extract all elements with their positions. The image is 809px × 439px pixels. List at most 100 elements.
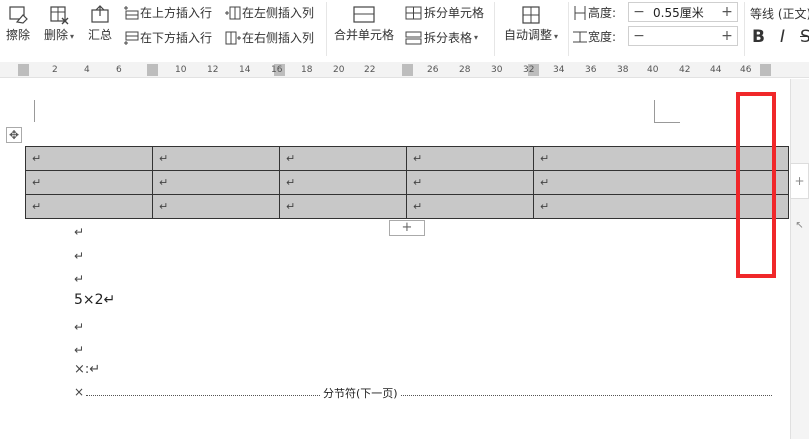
ruler-tick: 28: [459, 65, 471, 75]
chevron-down-icon: ▾: [474, 33, 479, 42]
resize-handle-icon[interactable]: ↖: [790, 220, 809, 234]
ruler-tick: 18: [301, 65, 313, 75]
delete-table-icon: [50, 6, 69, 25]
paragraph[interactable]: ↵: [74, 343, 84, 357]
paragraph[interactable]: 5×2↵: [74, 292, 115, 308]
paragraph[interactable]: ↵: [74, 249, 84, 263]
table-tools-ribbon: 擦除 删除 ▾ 汇总 在上方插入行 在下方插入行 在左侧插入列 在右侧插入列 合…: [0, 0, 809, 58]
table-cell[interactable]: ↵: [279, 194, 407, 219]
paragraph[interactable]: ↵: [74, 272, 84, 286]
insert-row-below-button[interactable]: 在下方插入行: [122, 29, 212, 46]
strikethrough-button[interactable]: S: [800, 27, 809, 47]
table-cell[interactable]: ↵: [279, 170, 407, 195]
merge-cells-label: 合并单元格: [334, 28, 395, 42]
minus-icon[interactable]: −: [629, 4, 649, 20]
ruler-tick: 10: [175, 65, 187, 75]
insert-row-above-icon: [124, 5, 139, 19]
bold-label: B: [752, 27, 765, 47]
width-label: 宽度:: [588, 30, 617, 44]
split-cells-button[interactable]: 拆分单元格: [404, 4, 484, 21]
row-height-icon: [574, 5, 586, 20]
insert-col-right-button[interactable]: 在右侧插入列: [224, 29, 314, 46]
italic-label: I: [780, 27, 786, 47]
paragraph[interactable]: ↵: [74, 320, 84, 334]
horizontal-ruler[interactable]: 2 4 6 10 12 14 16 18 20 22 26 28 30 32 3…: [0, 62, 809, 78]
table-cell[interactable]: ↵: [406, 170, 534, 195]
col-width-stepper[interactable]: − +: [628, 26, 738, 46]
insert-row-below-label: 在下方插入行: [140, 31, 213, 45]
insert-col-left-button[interactable]: 在左侧插入列: [224, 4, 314, 21]
italic-button[interactable]: I: [780, 27, 785, 47]
section-break-line: [86, 395, 772, 396]
ruler-tick: 38: [617, 65, 629, 75]
row-height-stepper[interactable]: − 0.55厘米 +: [628, 2, 738, 22]
erase-label: 擦除: [6, 28, 31, 42]
ruler-tick: 34: [553, 65, 565, 75]
ruler-tick: 2: [52, 65, 58, 75]
auto-adjust-button[interactable]: 自动调整 ▾: [504, 4, 558, 43]
font-name-value[interactable]: 等线 (正文): [750, 5, 809, 22]
merge-cells-button[interactable]: 合并单元格: [334, 4, 394, 43]
table-row: ↵ ↵ ↵ ↵ ↵: [25, 146, 789, 171]
split-table-icon: [405, 31, 422, 44]
merge-cells-icon: [353, 6, 375, 23]
chevron-down-icon: ▾: [554, 32, 559, 41]
split-cells-label: 拆分单元格: [424, 6, 485, 20]
height-value[interactable]: 0.55厘米: [649, 4, 717, 21]
table-move-handle-icon[interactable]: ✥: [6, 127, 22, 143]
ruler-tick: 36: [585, 65, 597, 75]
font-name-select[interactable]: 等线 (正文): [750, 5, 809, 22]
ruler-tick: 26: [427, 65, 439, 75]
ruler-tick: 46: [740, 65, 752, 75]
table-cell[interactable]: ↵: [25, 170, 153, 195]
ruler-column-marker[interactable]: [147, 64, 158, 76]
ruler-margin-marker[interactable]: [18, 64, 29, 76]
margin-corner-mark: [654, 100, 655, 122]
ruler-tick: 6: [116, 65, 122, 75]
table-cell[interactable]: ↵: [25, 146, 153, 171]
insert-row-below-icon: [124, 31, 139, 45]
vertical-scrollbar[interactable]: [790, 79, 809, 439]
document-table[interactable]: ↵ ↵ ↵ ↵ ↵ ↵ ↵ ↵ ↵ ↵ ↵ ↵ ↵ ↵ ↵: [25, 146, 789, 219]
paragraph[interactable]: ↵: [74, 225, 84, 239]
table-cell[interactable]: ↵: [406, 194, 534, 219]
col-width-label-group: 宽度:: [572, 28, 616, 45]
summary-label: 汇总: [88, 28, 113, 42]
height-label: 高度:: [588, 6, 617, 20]
add-column-handle-icon[interactable]: +: [790, 163, 809, 199]
ruler-column-marker[interactable]: [402, 64, 413, 76]
chevron-down-icon: ▾: [70, 32, 75, 41]
summary-icon: [91, 5, 109, 23]
plus-icon[interactable]: +: [717, 28, 737, 44]
document-page[interactable]: [0, 79, 809, 439]
table-cell[interactable]: ↵: [152, 170, 280, 195]
ruler-tick: 12: [207, 65, 219, 75]
erase-button[interactable]: 擦除: [6, 4, 30, 43]
table-cell[interactable]: ↵: [279, 146, 407, 171]
paragraph[interactable]: ×:↵: [74, 362, 100, 377]
insert-row-above-button[interactable]: 在上方插入行: [122, 4, 212, 21]
table-cell[interactable]: ↵: [25, 194, 153, 219]
table-cell[interactable]: ↵: [152, 146, 280, 171]
ruler-tick: 20: [333, 65, 345, 75]
add-row-button[interactable]: +: [389, 220, 425, 236]
minus-icon[interactable]: −: [629, 28, 649, 44]
ruler-tick: 42: [679, 65, 691, 75]
summary-button[interactable]: 汇总: [88, 4, 112, 43]
split-table-button[interactable]: 拆分表格 ▾: [404, 29, 478, 46]
section-break-prefix: ×: [74, 385, 85, 399]
strike-label: S: [800, 27, 809, 47]
ruler-tick: 44: [710, 65, 722, 75]
ruler-tick: 16: [271, 65, 283, 75]
delete-button[interactable]: 删除 ▾: [44, 4, 74, 43]
table-cell[interactable]: ↵: [406, 146, 534, 171]
insert-col-right-icon: [225, 31, 241, 44]
table-cell[interactable]: ↵: [152, 194, 280, 219]
insert-col-left-icon: [225, 6, 241, 19]
ruler-margin-marker[interactable]: [760, 64, 771, 76]
plus-icon[interactable]: +: [717, 4, 737, 20]
split-table-label: 拆分表格: [424, 31, 473, 45]
auto-adjust-icon: [522, 6, 540, 24]
bold-button[interactable]: B: [752, 27, 765, 47]
insert-row-above-label: 在上方插入行: [140, 6, 213, 20]
